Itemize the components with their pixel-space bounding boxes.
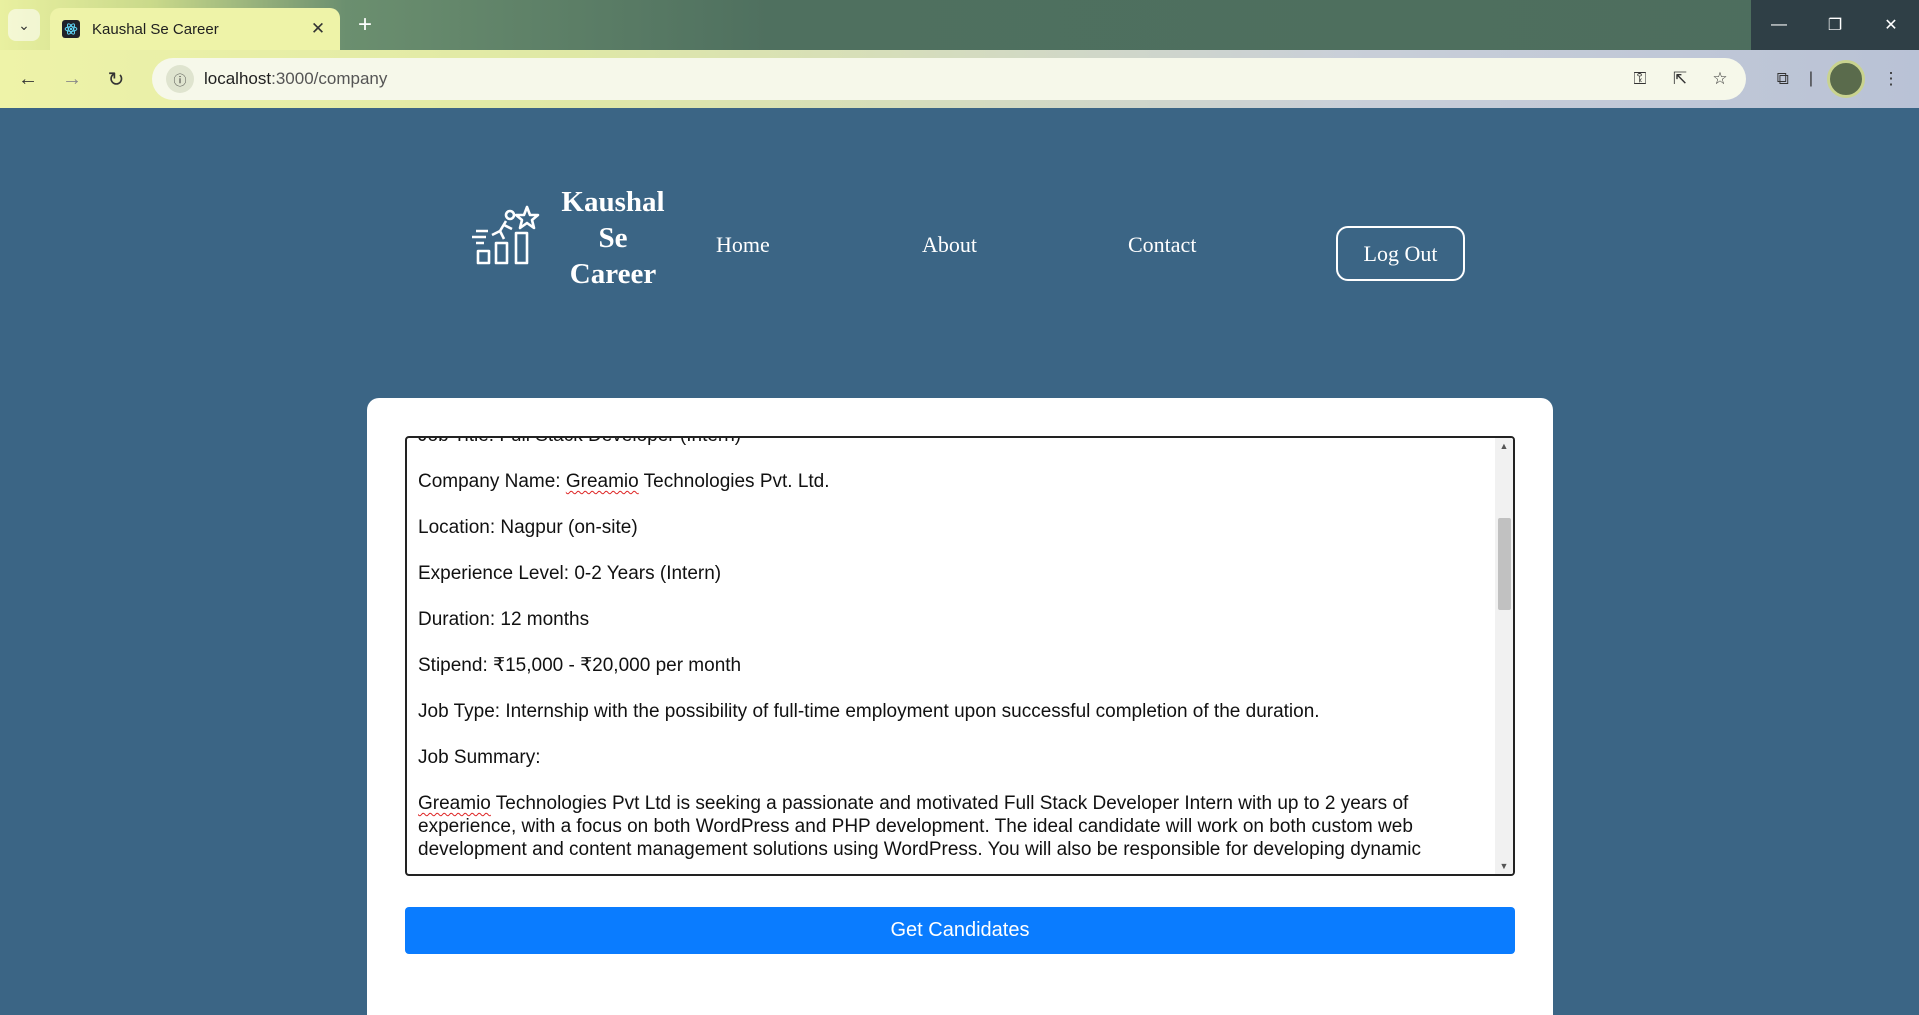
browser-toolbar: ← → ↻ ⓘ localhost:3000/company ⚿ ⇱ ☆ ⧉ |… [0,50,1919,108]
get-candidates-button[interactable]: Get Candidates [405,907,1515,954]
reload-icon[interactable]: ↻ [102,65,130,93]
forward-icon[interactable]: → [58,65,86,93]
site-info-icon[interactable]: ⓘ [166,65,194,93]
scrollbar-thumb[interactable] [1498,518,1511,610]
close-window-icon[interactable]: ✕ [1863,0,1919,50]
tab-close-icon[interactable]: ✕ [308,19,328,39]
job-description-textarea[interactable]: Job Title: Full Stack Developer (Intern)… [405,436,1515,876]
logout-button[interactable]: Log Out [1336,226,1465,281]
scroll-up-icon[interactable]: ▲ [1495,438,1513,454]
window-controls: — ❐ ✕ [1751,0,1919,50]
new-tab-icon[interactable]: + [352,12,378,38]
open-in-app-icon[interactable]: ⇱ [1668,67,1692,91]
job-description-text: Job Title: Full Stack Developer (Intern)… [418,438,1422,860]
address-bar[interactable]: ⓘ localhost:3000/company ⚿ ⇱ ☆ [152,58,1746,100]
browser-tab-strip: ⌄ Kaushal Se Career ✕ + — ❐ ✕ [0,0,1919,50]
back-icon[interactable]: ← [14,65,42,93]
url-text[interactable]: localhost:3000/company [204,69,1628,89]
more-menu-icon[interactable]: ⋮ [1879,67,1903,91]
minimize-icon[interactable]: — [1751,0,1807,50]
bookmark-star-icon[interactable]: ☆ [1708,67,1732,91]
career-growth-icon [472,205,540,265]
browser-tab[interactable]: Kaushal Se Career ✕ [50,8,340,50]
textarea-scrollbar[interactable]: ▲ ▼ [1495,438,1513,874]
password-key-icon[interactable]: ⚿ [1628,67,1652,91]
react-favicon-icon [62,20,80,38]
scroll-down-icon[interactable]: ▼ [1495,858,1513,874]
nav-home[interactable]: Home [716,232,770,258]
tab-search-chevron-icon[interactable]: ⌄ [8,9,40,41]
restore-icon[interactable]: ❐ [1807,0,1863,50]
extensions-icon[interactable]: ⧉ [1771,67,1795,91]
nav-about[interactable]: About [922,232,977,258]
site-logo[interactable]: Kaushal Se Career [470,184,670,292]
logo-text: Kaushal Se Career [561,186,665,290]
toolbar-divider: | [1808,70,1813,87]
job-card: Job Title: Full Stack Developer (Intern)… [367,398,1553,1015]
profile-avatar[interactable] [1827,60,1865,98]
nav-contact[interactable]: Contact [1128,232,1196,258]
tab-title: Kaushal Se Career [92,20,219,38]
